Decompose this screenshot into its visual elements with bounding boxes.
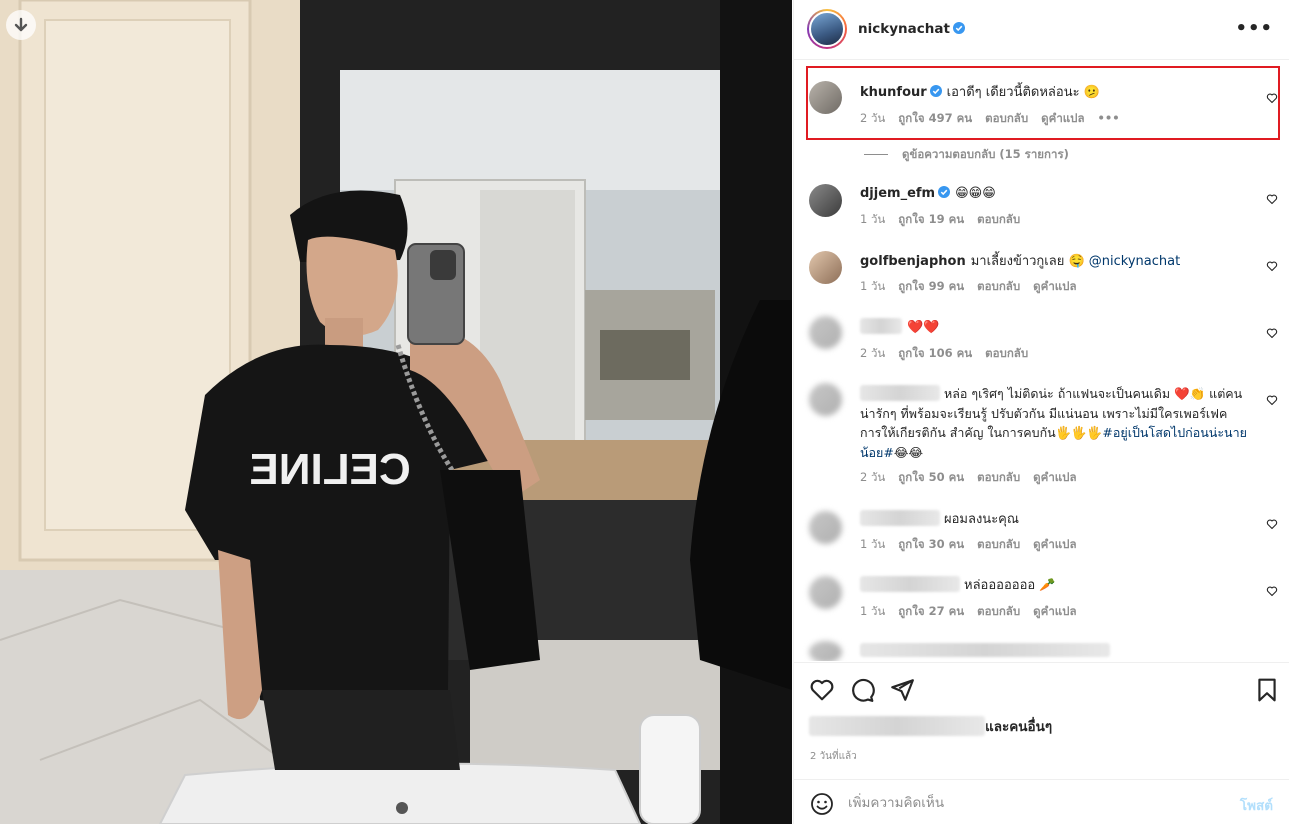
hidden-username[interactable] xyxy=(860,385,940,401)
post-timestamp: 2 วันที่แล้ว xyxy=(810,751,857,762)
comment-time: 1 วัน xyxy=(860,279,886,293)
bookmark-icon[interactable] xyxy=(1254,677,1280,703)
reply-button[interactable]: ตอบกลับ xyxy=(977,212,1020,226)
comment-avatar[interactable] xyxy=(809,184,842,217)
shirt-print: CELINE xyxy=(249,445,410,494)
comment-text: djjem_efm 😁😁😁 xyxy=(860,186,996,201)
translate-button[interactable]: ดูคำแปล xyxy=(1041,111,1084,125)
reply-button[interactable]: ตอบกลับ xyxy=(985,346,1028,360)
comment-text: ผอมลงนะคุณ xyxy=(860,510,1250,530)
reply-button[interactable]: ตอบกลับ xyxy=(977,279,1020,293)
comment-time: 1 วัน xyxy=(860,537,886,551)
heart-icon[interactable] xyxy=(1266,585,1278,597)
post-photo: CELINE xyxy=(0,0,792,824)
translate-button[interactable]: ดูคำแปล xyxy=(1033,537,1076,551)
comment-time: 2 วัน xyxy=(860,470,886,484)
heart-icon[interactable] xyxy=(1266,260,1278,272)
comment-meta: 2 วัน ถูกใจ 497 คน ตอบกลับ ดูคำแปล ••• xyxy=(860,110,1133,128)
translate-button[interactable]: ดูคำแปล xyxy=(1033,604,1076,618)
smiley-icon[interactable] xyxy=(810,792,834,816)
comment-time: 2 วัน xyxy=(860,346,886,360)
reply-button[interactable]: ตอบกลับ xyxy=(977,604,1020,618)
comment-meta: 1 วัน ถูกใจ 99 คน ตอบกลับ ดูคำแปล xyxy=(860,278,1090,296)
comments-panel: nickynachat ••• khunfour เอาดีๆ เดียวนี้ต… xyxy=(793,0,1289,824)
hidden-comment xyxy=(860,643,1110,657)
comment-meta: 1 วัน ถูกใจ 19 คน ตอบกลับ xyxy=(860,211,1033,229)
reply-button[interactable]: ตอบกลับ xyxy=(977,470,1020,484)
comment-meta: 2 วัน ถูกใจ 106 คน ตอบกลับ xyxy=(860,345,1041,363)
comment-meta: 1 วัน ถูกใจ 27 คน ตอบกลับ ดูคำแปล xyxy=(860,603,1090,621)
author-username[interactable]: nickynachat xyxy=(858,21,950,37)
download-button[interactable] xyxy=(6,10,36,40)
verified-badge-icon xyxy=(952,22,965,34)
comment-likes[interactable]: ถูกใจ 50 คน xyxy=(898,470,964,484)
more-horizontal-icon[interactable]: ••• xyxy=(1235,18,1273,39)
comment-meta: 2 วัน ถูกใจ 50 คน ตอบกลับ ดูคำแปล xyxy=(860,469,1090,487)
comment-avatar[interactable] xyxy=(809,316,842,349)
comment-likes[interactable]: ถูกใจ 19 คน xyxy=(898,212,964,226)
mention-link[interactable]: @nickynachat xyxy=(1089,254,1180,269)
hidden-username[interactable] xyxy=(860,576,960,592)
likes-summary[interactable]: และคนอื่นๆ xyxy=(809,715,1052,737)
verified-badge-icon xyxy=(929,85,942,97)
reply-button[interactable]: ตอบกลับ xyxy=(977,537,1020,551)
comment-text: หล่อออออออ 🥕 xyxy=(860,576,1250,596)
comment-input[interactable] xyxy=(848,791,1218,815)
comment-likes[interactable]: ถูกใจ 30 คน xyxy=(898,537,964,551)
comment-username[interactable]: djjem_efm xyxy=(860,186,951,201)
author-avatar[interactable] xyxy=(807,9,847,49)
comment-avatar[interactable] xyxy=(809,81,842,114)
comment-time: 1 วัน xyxy=(860,604,886,618)
comment-text: ❤️❤️ xyxy=(860,318,1250,338)
arrow-down-icon xyxy=(14,17,28,32)
heart-icon[interactable] xyxy=(1266,193,1278,205)
comment-options-button[interactable]: ••• xyxy=(1098,111,1120,125)
heart-icon[interactable] xyxy=(1266,518,1278,530)
comment-avatar[interactable] xyxy=(809,511,842,544)
replies-line xyxy=(864,154,888,155)
reply-button[interactable]: ตอบกลับ xyxy=(985,111,1028,125)
heart-icon[interactable] xyxy=(1266,92,1278,104)
heart-icon[interactable] xyxy=(1266,394,1278,406)
comment-text: khunfour เอาดีๆ เดียวนี้ติดหล่อนะ 🫤 xyxy=(860,85,1100,100)
comment-likes[interactable]: ถูกใจ 497 คน xyxy=(898,111,972,125)
comment-meta: 1 วัน ถูกใจ 30 คน ตอบกลับ ดูคำแปล xyxy=(860,536,1090,554)
verified-badge-icon xyxy=(938,186,951,198)
send-icon[interactable] xyxy=(889,677,915,703)
comment-icon[interactable] xyxy=(849,677,875,703)
heart-icon[interactable] xyxy=(1266,327,1278,339)
post-photo-illustration: CELINE xyxy=(0,0,792,824)
heart-icon[interactable] xyxy=(809,677,835,703)
post-header: nickynachat ••• xyxy=(794,0,1289,60)
comment-avatar[interactable] xyxy=(809,251,842,284)
comment-likes[interactable]: ถูกใจ 99 คน xyxy=(898,279,964,293)
hidden-liker-names xyxy=(809,716,985,736)
highlight-box xyxy=(806,66,1280,140)
comment-text: หล่อ ๆเริศๆ ไม่ติดน่ะ ถ้าแฟนจะเป็นคนเดิม… xyxy=(860,385,1247,460)
comment-time: 2 วัน xyxy=(860,111,886,125)
comment-username[interactable]: golfbenjaphon xyxy=(860,254,966,269)
comment-likes[interactable]: ถูกใจ 106 คน xyxy=(898,346,972,360)
comment-avatar[interactable] xyxy=(809,576,842,609)
hidden-username[interactable] xyxy=(860,318,902,334)
hidden-username[interactable] xyxy=(860,510,940,526)
comment-text: golfbenjaphon มาเลี้ยงข้าวกูเลย 🤤 @nickyn… xyxy=(860,254,1181,269)
comment-username[interactable]: khunfour xyxy=(860,85,942,100)
translate-button[interactable]: ดูคำแปล xyxy=(1033,470,1076,484)
action-bar: และคนอื่นๆ 2 วันที่แล้ว xyxy=(794,662,1289,778)
comment-list: khunfour เอาดีๆ เดียวนี้ติดหล่อนะ 🫤 2 วัน… xyxy=(794,61,1289,661)
translate-button[interactable]: ดูคำแปล xyxy=(1033,279,1076,293)
comment-avatar[interactable] xyxy=(809,383,842,416)
post-comment-button[interactable]: โพสต์ xyxy=(1240,794,1273,816)
comment-likes[interactable]: ถูกใจ 27 คน xyxy=(898,604,964,618)
view-replies-button[interactable]: ดูข้อความตอบกลับ (15 รายการ) xyxy=(864,146,1069,164)
comment-time: 1 วัน xyxy=(860,212,886,226)
comment-composer: โพสต์ xyxy=(794,779,1289,824)
comment-avatar[interactable] xyxy=(809,641,842,661)
